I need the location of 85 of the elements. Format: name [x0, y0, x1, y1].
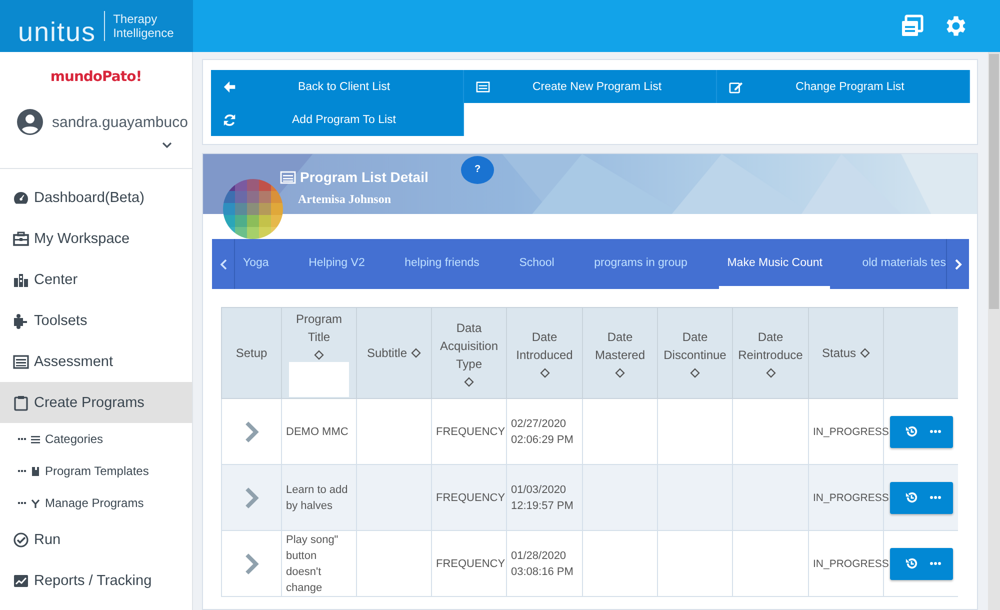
sidebar-item-icon	[12, 272, 30, 288]
action-icon	[476, 80, 490, 94]
subitem-icon	[31, 498, 40, 508]
sidebar-item[interactable]: Center	[0, 259, 192, 300]
row-actions-button[interactable]	[890, 482, 953, 514]
windows-icon[interactable]	[900, 14, 924, 38]
sidebar-item-icon	[12, 312, 30, 328]
date-introduced: 01/28/2020 03:08:16 PM	[511, 550, 574, 578]
sidebar-item[interactable]: Assessment	[0, 341, 192, 382]
chevron-down-icon[interactable]	[162, 142, 172, 149]
sort-icon[interactable]	[314, 350, 324, 360]
subitem-icon	[31, 466, 40, 476]
action-icon	[729, 80, 743, 94]
history-icon	[905, 557, 918, 570]
client-name: Artemisa Johnson	[298, 192, 392, 207]
chevron-right-icon[interactable]	[244, 486, 260, 508]
program-title: Play song" button doesn't change	[286, 534, 338, 594]
action-button[interactable]: Create New Program List	[464, 70, 717, 103]
acquisition-type: FREQUENCY	[436, 492, 506, 504]
sort-icon[interactable]	[464, 377, 474, 387]
acquisition-type: FREQUENCY	[436, 558, 506, 570]
status-text: IN_PROGRESS	[813, 492, 889, 504]
sort-icon[interactable]	[540, 368, 550, 378]
sidebar-item-icon	[12, 532, 30, 548]
program-title: Learn to add by halves	[286, 484, 348, 512]
sidebar-subitem[interactable]: Program Templates	[0, 455, 192, 487]
sidebar-subitem[interactable]: Categories	[0, 423, 192, 455]
chevron-right-icon[interactable]	[244, 420, 260, 442]
sidebar-item[interactable]: Dashboard(Beta)	[0, 177, 192, 218]
action-button[interactable]: Add Program To List	[211, 103, 464, 136]
sidebar-item[interactable]: My Workspace	[0, 218, 192, 259]
column-header[interactable]: Status	[822, 344, 856, 362]
sort-icon[interactable]	[690, 368, 700, 378]
sidebar-item-icon	[12, 190, 30, 206]
column-header[interactable]: Subtitle	[366, 344, 408, 362]
sidebar-item[interactable]: Reports / Tracking	[0, 560, 192, 601]
history-icon	[905, 425, 918, 438]
sidebar-item-icon	[12, 354, 30, 370]
sidebar-item-icon	[12, 230, 30, 246]
action-button[interactable]: Back to Client List	[211, 70, 464, 103]
tab[interactable]: helping friends	[396, 239, 488, 289]
chevron-right-icon[interactable]	[244, 552, 260, 574]
chevron-left-icon[interactable]	[220, 258, 226, 270]
list-icon	[280, 170, 296, 184]
sidebar-item[interactable]: Toolsets	[0, 300, 192, 341]
tab[interactable]: School	[511, 239, 562, 289]
tab[interactable]: old materials tes	[854, 239, 946, 289]
tab[interactable]: Yoga	[235, 239, 277, 289]
row-actions-button[interactable]	[890, 548, 953, 580]
more-icon	[930, 562, 941, 565]
status-text: IN_PROGRESS	[813, 558, 889, 570]
sidebar-item[interactable]: Create Programs	[0, 382, 192, 423]
sidebar-item-icon	[12, 394, 30, 410]
program-title: DEMO MMC	[286, 426, 348, 438]
tab[interactable]: programs in group	[586, 239, 696, 289]
subitem-icon	[31, 434, 40, 444]
user-avatar-icon	[16, 108, 44, 136]
sort-icon[interactable]	[766, 368, 776, 378]
more-icon	[930, 430, 941, 433]
sidebar-item[interactable]: Run	[0, 519, 192, 560]
sidebar-item-icon	[12, 572, 30, 588]
user-name[interactable]: sandra.guayambuco	[52, 114, 188, 130]
row-actions-button[interactable]	[890, 416, 953, 448]
action-icon	[223, 80, 237, 94]
tab[interactable]: Helping V2	[300, 239, 373, 289]
more-icon	[930, 496, 941, 499]
sort-icon[interactable]	[860, 348, 870, 358]
history-icon	[905, 491, 918, 504]
app-logo: unitus Therapy Intelligence	[0, 0, 193, 52]
column-header: Setup	[236, 345, 268, 362]
date-introduced: 01/03/2020 12:19:57 PM	[511, 484, 574, 512]
panel-title: Program List Detail	[300, 169, 428, 185]
action-icon	[223, 112, 237, 126]
date-introduced: 02/27/2020 02:06:29 PM	[511, 418, 574, 446]
sort-icon[interactable]	[411, 348, 422, 358]
action-button[interactable]: Change Program List	[717, 70, 970, 103]
brand-logo: mundoPato!	[50, 69, 142, 85]
sidebar-subitem[interactable]: Manage Programs	[0, 487, 192, 519]
acquisition-type: FREQUENCY	[436, 426, 506, 438]
help-button[interactable]: ?	[461, 156, 494, 184]
filter-field[interactable]	[289, 362, 349, 396]
sort-icon[interactable]	[615, 368, 625, 378]
tab[interactable]: Make Music Count	[719, 239, 830, 289]
scrollbar-thumb[interactable]	[989, 54, 999, 309]
status-text: IN_PROGRESS	[813, 426, 889, 438]
